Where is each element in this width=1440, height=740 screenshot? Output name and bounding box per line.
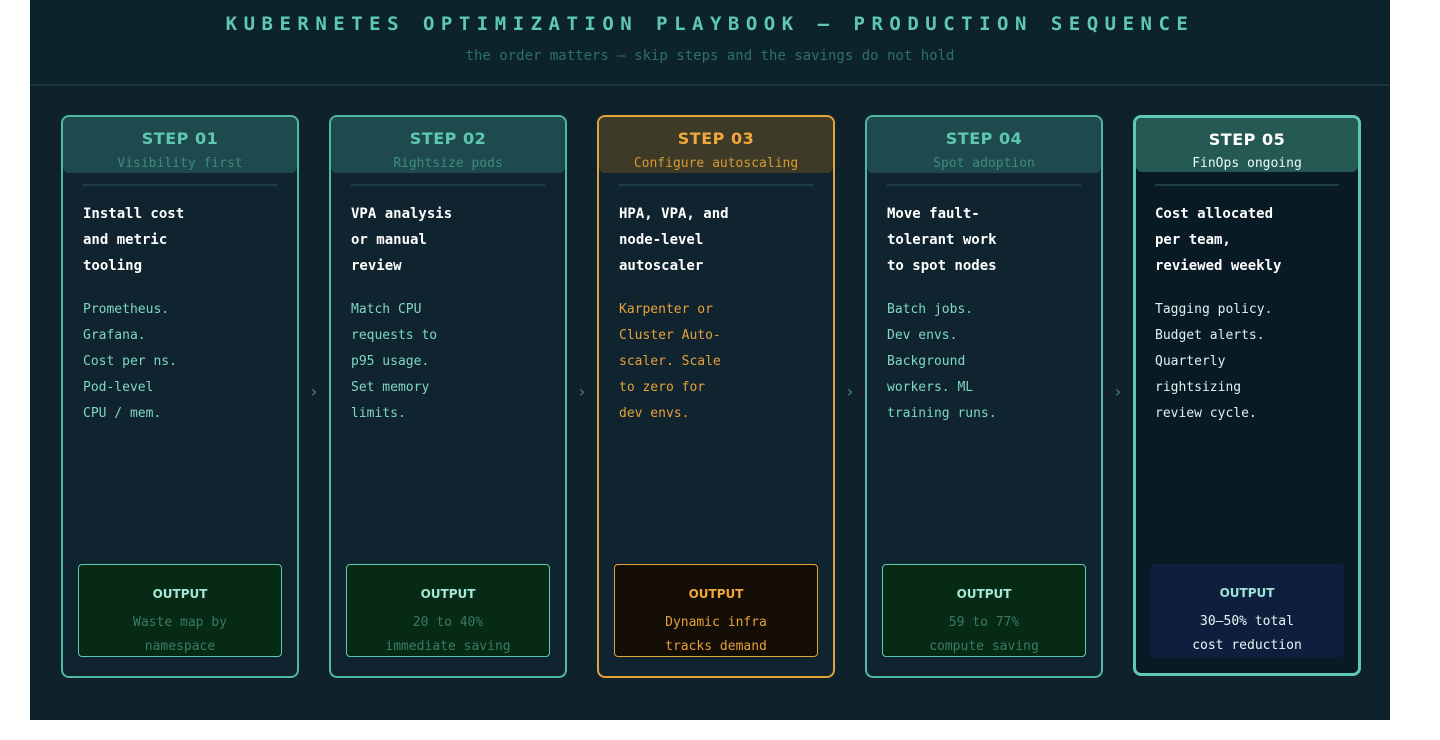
output-box: OUTPUT 30–50% total cost reduction (1150, 564, 1344, 657)
step-title: Install cost and metric tooling (83, 206, 185, 274)
output-label: OUTPUT (1219, 586, 1275, 600)
divider (83, 184, 277, 186)
step-header: STEP 03 Configure autoscaling (599, 117, 833, 173)
step-card-04: STEP 04 Spot adoption Move fault- tolera… (865, 115, 1103, 678)
step-title: Cost allocated per team, reviewed weekly (1155, 206, 1282, 274)
step-label: STEP 05 (1208, 130, 1286, 149)
step-subtitle: Spot adoption (933, 156, 1035, 171)
output-text: 59 to 77% compute saving (929, 615, 1039, 654)
output-text: 30–50% total cost reduction (1192, 614, 1302, 653)
diagram-subtitle: the order matters — skip steps and the s… (465, 48, 955, 64)
step-header: STEP 01 Visibility first (63, 117, 297, 173)
divider (351, 184, 545, 186)
output-label: OUTPUT (152, 587, 208, 601)
step-label: STEP 01 (141, 129, 219, 148)
output-box: OUTPUT 59 to 77% compute saving (882, 564, 1086, 657)
chevron-right-icon: › (310, 382, 318, 401)
step-label: STEP 02 (409, 129, 487, 148)
step-description: Match CPU requests to p95 usage. Set mem… (351, 302, 438, 421)
diagram-title: KUBERNETES OPTIMIZATION PLAYBOOK — PRODU… (225, 13, 1195, 35)
step-subtitle: FinOps ongoing (1192, 156, 1302, 171)
output-label: OUTPUT (420, 587, 476, 601)
step-subtitle: Configure autoscaling (633, 156, 799, 171)
output-label: OUTPUT (956, 587, 1012, 601)
step-subtitle: Rightsize pods (393, 156, 503, 171)
step-card-02: STEP 02 Rightsize pods VPA analysis or m… (329, 115, 567, 678)
step-description: Karpenter or Cluster Auto- scaler. Scale… (619, 302, 721, 421)
output-text: Waste map by namespace (133, 615, 227, 654)
output-text: Dynamic infra tracks demand (665, 615, 767, 654)
step-header: STEP 04 Spot adoption (867, 117, 1101, 173)
output-box: OUTPUT Waste map by namespace (78, 564, 282, 657)
step-label: STEP 04 (945, 129, 1023, 148)
step-header: STEP 02 Rightsize pods (331, 117, 565, 173)
output-text: 20 to 40% immediate saving (385, 615, 511, 654)
divider (619, 184, 813, 186)
chevron-right-icon: › (1114, 382, 1122, 401)
step-card-05: STEP 05 FinOps ongoing Cost allocated pe… (1133, 115, 1361, 676)
chevron-right-icon: › (846, 382, 854, 401)
step-label: STEP 03 (677, 129, 755, 148)
step-title: VPA analysis or manual review (351, 206, 453, 274)
step-description: Tagging policy. Budget alerts. Quarterly… (1155, 302, 1273, 421)
step-title: Move fault- tolerant work to spot nodes (887, 206, 997, 274)
step-card-03: STEP 03 Configure autoscaling HPA, VPA, … (597, 115, 835, 678)
step-description: Prometheus. Grafana. Cost per ns. Pod-le… (83, 302, 177, 421)
chevron-right-icon: › (578, 382, 586, 401)
step-description: Batch jobs. Dev envs. Background workers… (887, 302, 997, 421)
divider (887, 184, 1081, 186)
step-card-01: STEP 01 Visibility first Install cost an… (61, 115, 299, 678)
step-title: HPA, VPA, and node-level autoscaler (619, 206, 729, 274)
divider (1155, 184, 1339, 186)
step-header: STEP 05 FinOps ongoing (1136, 118, 1358, 172)
output-label: OUTPUT (688, 587, 744, 601)
output-box: OUTPUT Dynamic infra tracks demand (614, 564, 818, 657)
header: KUBERNETES OPTIMIZATION PLAYBOOK — PRODU… (30, 0, 1390, 86)
step-subtitle: Visibility first (117, 156, 243, 171)
output-box: OUTPUT 20 to 40% immediate saving (346, 564, 550, 657)
